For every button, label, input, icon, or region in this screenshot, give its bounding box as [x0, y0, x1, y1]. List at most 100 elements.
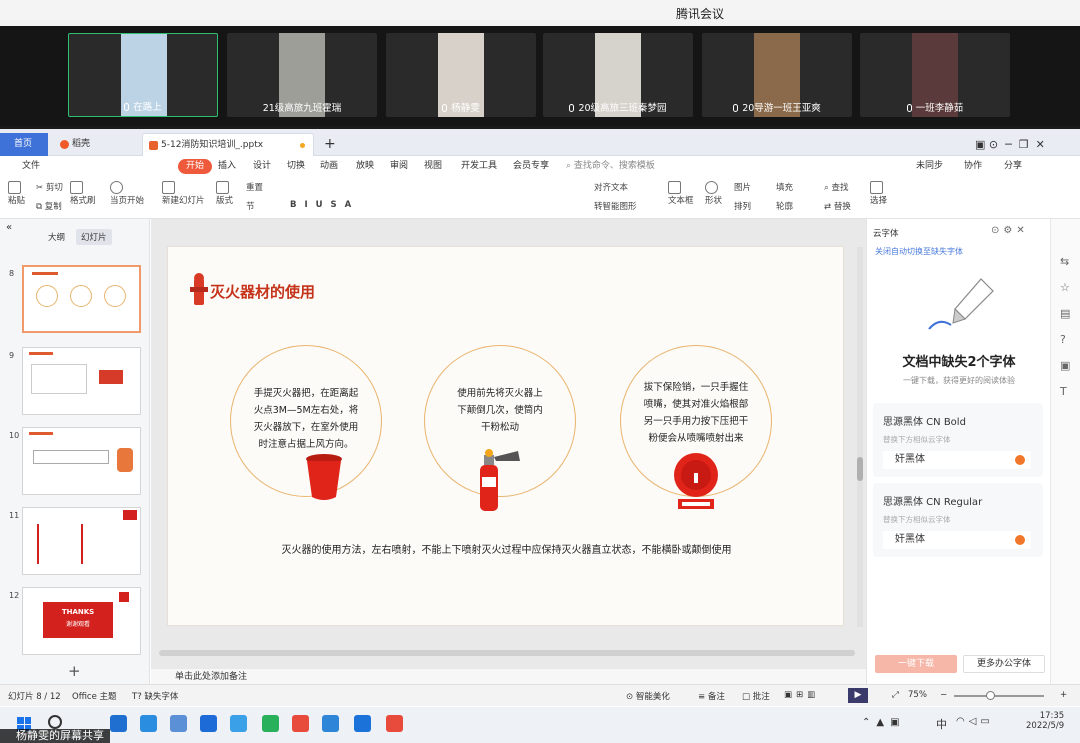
fit-icon[interactable]: ⤢ [892, 690, 899, 700]
slide-thumbnail-10[interactable] [22, 427, 141, 495]
taskbar-app-icon[interactable] [386, 715, 403, 732]
taskbar-app-icon[interactable] [322, 715, 339, 732]
auto-switch-link[interactable]: 关闭自动切换至缺失字体 [875, 246, 963, 257]
missing-font-status[interactable]: T? 缺失字体 [132, 690, 178, 702]
collapse-icon[interactable]: « [6, 222, 12, 233]
cut-button[interactable]: ✂ 剪切 [36, 181, 63, 193]
taskbar-app-icon[interactable] [170, 715, 187, 732]
panel-controls[interactable]: ⊙⚙✕ [991, 225, 1029, 236]
fill-button[interactable]: 填充 [776, 181, 793, 193]
slide-thumbnail-9[interactable] [22, 347, 141, 415]
taskbar-app-icon[interactable] [230, 715, 247, 732]
vertical-scrollbar[interactable] [857, 247, 863, 627]
format-painter-button[interactable]: 格式刷 [70, 181, 96, 206]
section-button[interactable]: 节 [246, 200, 255, 212]
menu-2[interactable]: 插入 [218, 159, 236, 174]
menu-7[interactable]: 审阅 [390, 159, 408, 174]
more-fonts-button[interactable]: 更多办公字体 [963, 655, 1045, 673]
window-controls[interactable]: ▣ ⊙ ─ ❐ ✕ [975, 133, 1045, 156]
font-card-1[interactable]: 思源黑体 CN Bold 替换下方相似云字体 奸黑体 [873, 403, 1043, 477]
paste-button[interactable]: 粘贴 [8, 181, 25, 206]
outline-button[interactable]: 轮廓 [776, 200, 793, 212]
font-replacement-1[interactable]: 奸黑体 [883, 451, 1031, 469]
select-button[interactable]: 选择 [870, 181, 887, 206]
download-icon[interactable] [1015, 535, 1025, 545]
menu-8[interactable]: 视图 [424, 159, 442, 174]
zoom-slider[interactable] [954, 691, 1044, 700]
zoom-out-button[interactable]: − [940, 690, 947, 700]
menu-3[interactable]: 设计 [253, 159, 271, 174]
arrange-button[interactable]: 排列 [734, 200, 751, 212]
search-icon[interactable] [48, 715, 62, 729]
participant-tile[interactable]: 一班李静茹 [860, 33, 1010, 117]
font-style-buttons[interactable]: BIUSA [290, 200, 359, 210]
tray-icons[interactable]: ⌃▲▣ [862, 717, 906, 728]
tab-home[interactable]: 首页 [0, 133, 48, 156]
font-card-2[interactable]: 思源黑体 CN Regular 替换下方相似云字体 奸黑体 [873, 483, 1043, 557]
reset-button[interactable]: 重置 [246, 181, 263, 193]
slideshow-button[interactable]: ▶ [848, 688, 868, 703]
notes-area[interactable]: 单击此处添加备注 [151, 669, 866, 685]
menu-right-2[interactable]: 分享 [1004, 159, 1022, 174]
taskbar-app-icon[interactable] [262, 715, 279, 732]
taskbar-app-icon[interactable] [292, 715, 309, 732]
smart-beautify-button[interactable]: ⊙ 智能美化 [626, 690, 670, 702]
tab-outline[interactable]: 大纲 [48, 231, 65, 243]
taskbar-app-icon[interactable] [354, 715, 371, 732]
shape-button[interactable]: 形状 [705, 181, 722, 206]
smartart-button[interactable]: 转智能图形 [594, 200, 637, 212]
input-language[interactable]: 中 [936, 716, 947, 732]
slide-thumbnail-8[interactable] [22, 265, 141, 333]
new-tab-button[interactable]: + [320, 133, 336, 156]
taskbar-app-icon[interactable] [200, 715, 217, 732]
menu-9[interactable]: 开发工具 [461, 159, 497, 174]
zoom-slider-thumb[interactable] [986, 691, 995, 700]
menu-right-0[interactable]: 未同步 [916, 159, 943, 174]
menu-10[interactable]: 会员专享 [513, 159, 549, 174]
picture-button[interactable]: 图片 [734, 181, 751, 193]
menu-0[interactable]: 文件 [22, 159, 40, 174]
find-button[interactable]: ⌕ 查找 [824, 181, 848, 193]
copy-button[interactable]: ⧉ 复制 [36, 200, 62, 212]
download-icon[interactable] [1015, 455, 1025, 465]
participant-tile[interactable]: 杨静雯 [386, 33, 536, 117]
tab-slides[interactable]: 幻灯片 [76, 229, 112, 245]
menu-5[interactable]: 动画 [320, 159, 338, 174]
layout-button[interactable]: 版式 [216, 181, 233, 206]
textbox-button[interactable]: 文本框 [668, 181, 694, 206]
font-replacement-2[interactable]: 奸黑体 [883, 531, 1031, 549]
view-mode-buttons[interactable]: ▣⊞▥ [784, 690, 819, 700]
slide-title: 灭火器材的使用 [210, 283, 316, 301]
new-slide-button[interactable]: 新建幻灯片 [162, 181, 205, 206]
slide[interactable]: 灭火器材的使用 手提灭火器把，在距离起 火点3M—5M左右处，将 灭火器放下，在室外… [167, 246, 844, 626]
sidebar-tool-icons[interactable]: ⇆ ☆ ▤? ▣ T [1060, 249, 1070, 405]
participant-tile[interactable]: 在路上 [68, 33, 218, 117]
replace-button[interactable]: ⇄ 替换 [824, 200, 851, 212]
clock[interactable]: 17:35 2022/5/9 [1026, 711, 1064, 731]
tab-document[interactable]: 5-12消防知识培训_.pptx [142, 133, 314, 156]
align-text-button[interactable]: 对齐文本 [594, 181, 628, 193]
one-click-download-button[interactable]: 一键下载 [875, 655, 957, 673]
participant-tile[interactable]: 21级高旅九班霍瑞 [227, 33, 377, 117]
horizontal-scrollbar[interactable] [159, 650, 855, 656]
slide-thumbnail-11[interactable] [22, 507, 141, 575]
tab-daoke[interactable]: 稻壳 [54, 133, 134, 156]
network-volume-icons[interactable]: ◠◁▭ [956, 716, 994, 727]
comment-toggle[interactable]: □ 批注 [742, 690, 770, 702]
zoom-in-button[interactable]: + [1060, 690, 1067, 700]
play-from-current-button[interactable]: 当页开始 [110, 181, 144, 206]
menu-right-1[interactable]: 协作 [964, 159, 982, 174]
menu-1[interactable]: 开始 [178, 159, 213, 174]
participant-tile[interactable]: 20导游一班王亚爽 [702, 33, 852, 117]
participant-tile[interactable]: 20级高旅三班秦梦园 [543, 33, 693, 117]
notes-toggle[interactable]: ≡ 备注 [698, 690, 725, 702]
video-strip: 在路上 21级高旅九班霍瑞 杨静雯 20级高旅三班秦梦园 20导游一班王亚爽 一班李静茹 [0, 26, 1080, 126]
add-slide-button[interactable]: + [68, 662, 81, 680]
menu-4[interactable]: 切换 [287, 159, 305, 174]
command-search[interactable]: ⌕ 查找命令、搜索模板 [566, 159, 655, 174]
slide-thumbnail-12[interactable]: THANKS 谢谢观看 [22, 587, 141, 655]
zoom-level[interactable]: 75% [908, 690, 927, 700]
taskbar-app-icon[interactable] [140, 715, 157, 732]
menu-6[interactable]: 放映 [356, 159, 374, 174]
taskbar-app-icon[interactable] [110, 715, 127, 732]
